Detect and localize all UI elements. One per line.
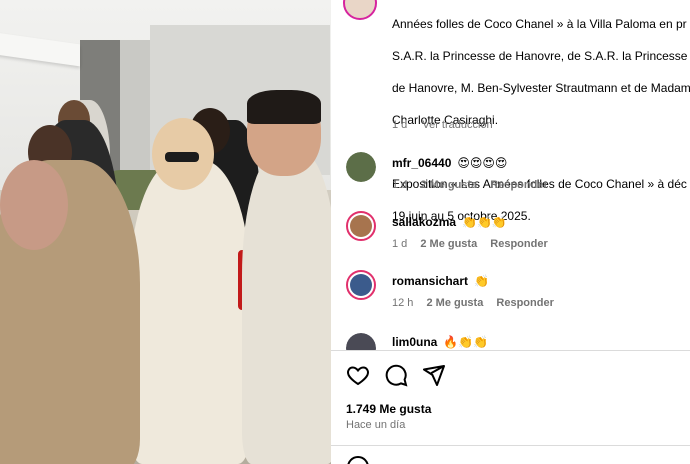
- comment-text: 🔥👏👏: [443, 335, 489, 349]
- comment-username[interactable]: lim0una: [392, 335, 437, 349]
- author-avatar[interactable]: [343, 0, 377, 20]
- translate-link[interactable]: Ver traducción: [422, 119, 492, 131]
- caption-line: de Hanovre, M. Ben-Sylvester Strautmann …: [392, 81, 690, 95]
- comment-meta: 1 d 2 Me gusta Responder: [392, 238, 558, 250]
- comment-icon[interactable]: [384, 363, 408, 387]
- reply-button[interactable]: Responder: [490, 238, 547, 250]
- comment-meta: 12 h 2 Me gusta Responder: [392, 297, 564, 309]
- comment-text: 👏: [474, 274, 489, 288]
- comment-item: romansichart 👏 12 h 2 Me gusta Responder: [331, 270, 690, 320]
- caption-line: S.A.R. la Princesse de Hanovre, de S.A.R…: [392, 49, 690, 63]
- comment-time: 12 h: [392, 297, 414, 309]
- caption-line: Années folles de Coco Chanel » à la Vill…: [392, 17, 687, 31]
- comment-likes[interactable]: 2 Me gusta: [420, 179, 477, 191]
- comment-avatar[interactable]: [346, 333, 376, 350]
- comments-panel: Années folles de Coco Chanel » à la Vill…: [331, 0, 690, 464]
- heart-icon[interactable]: [346, 363, 370, 387]
- comment-text: 👏👏👏: [462, 215, 507, 229]
- comment-avatar[interactable]: [346, 211, 376, 241]
- comment-meta: 1 d 2 Me gusta Responder: [392, 179, 558, 191]
- divider: [331, 350, 690, 351]
- comment-username[interactable]: romansichart: [392, 274, 468, 288]
- emoji-icon[interactable]: [346, 455, 370, 464]
- comment-item: sallakozma 👏👏👏 1 d 2 Me gusta Responder: [331, 211, 690, 261]
- caption-meta: 1 d Ver traducción: [392, 119, 505, 131]
- divider: [331, 445, 690, 446]
- comment-time: 1 d: [392, 238, 408, 250]
- post-time: Hace un día: [346, 419, 406, 431]
- comment-likes[interactable]: 2 Me gusta: [420, 238, 477, 250]
- reply-button[interactable]: Responder: [490, 179, 547, 191]
- comment-text: 😍😍😍😍: [457, 156, 508, 170]
- comment-item: mfr_06440 😍😍😍😍 1 d 2 Me gusta Responder: [331, 152, 690, 202]
- post-photo[interactable]: [0, 0, 331, 464]
- comment-username[interactable]: mfr_06440: [392, 156, 451, 170]
- comment-avatar[interactable]: [346, 152, 376, 182]
- comment-time: 1 d: [392, 179, 408, 191]
- comment-item: lim0una 🔥👏👏: [331, 329, 690, 350]
- likes-count[interactable]: 1.749 Me gusta: [346, 402, 431, 416]
- comment-likes[interactable]: 2 Me gusta: [426, 297, 483, 309]
- post-actions: [346, 362, 446, 388]
- caption-time: 1 d: [392, 119, 408, 131]
- comment-username[interactable]: sallakozma: [392, 215, 456, 229]
- comment-avatar[interactable]: [346, 270, 376, 300]
- reply-button[interactable]: Responder: [496, 297, 553, 309]
- send-icon[interactable]: [422, 363, 446, 387]
